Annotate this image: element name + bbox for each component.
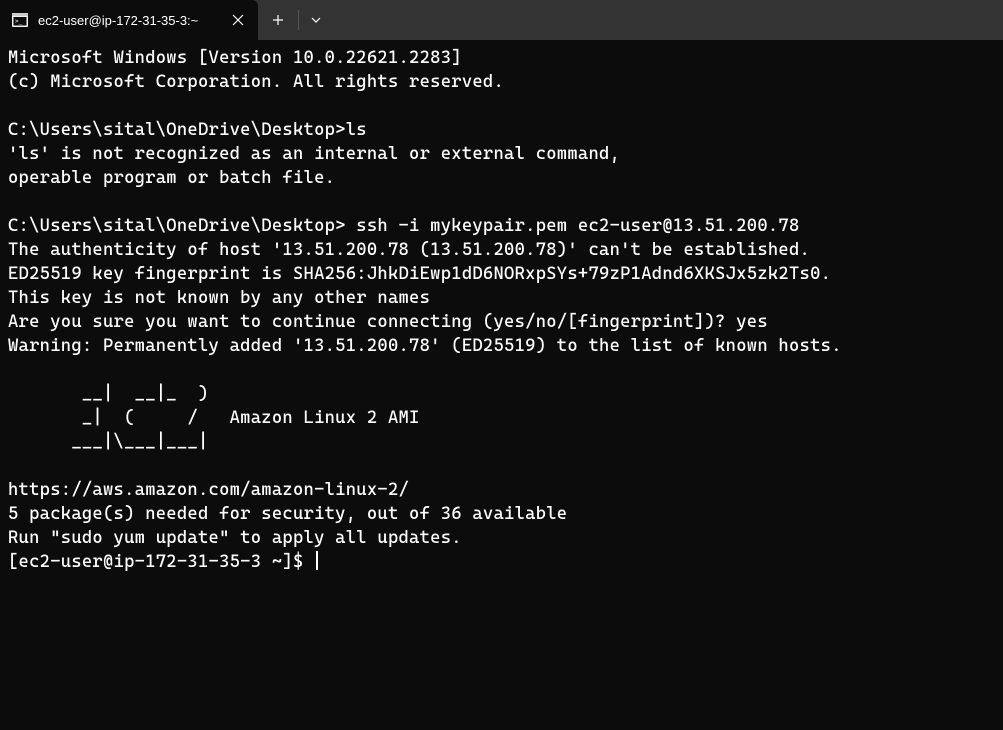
terminal-tab[interactable]: >_ ec2-user@ip-172-31-35-3:~ <box>0 0 258 40</box>
new-tab-button[interactable] <box>258 0 298 40</box>
tab-dropdown-button[interactable] <box>299 0 333 40</box>
close-icon <box>232 14 244 26</box>
terminal-icon: >_ <box>12 12 28 28</box>
chevron-down-icon <box>310 14 322 26</box>
tab-title: ec2-user@ip-172-31-35-3:~ <box>38 13 198 28</box>
plus-icon <box>272 14 284 26</box>
tab-close-button[interactable] <box>228 10 248 30</box>
cursor <box>316 551 318 570</box>
terminal-lines: Microsoft Windows [Version 10.0.22621.22… <box>8 48 842 548</box>
terminal-output[interactable]: Microsoft Windows [Version 10.0.22621.22… <box>0 40 1003 580</box>
titlebar: >_ ec2-user@ip-172-31-35-3:~ <box>0 0 1003 40</box>
titlebar-actions <box>258 0 333 40</box>
shell-prompt: [ec2-user@ip-172-31-35-3 ~]$ <box>8 552 314 572</box>
svg-text:>_: >_ <box>15 18 23 25</box>
